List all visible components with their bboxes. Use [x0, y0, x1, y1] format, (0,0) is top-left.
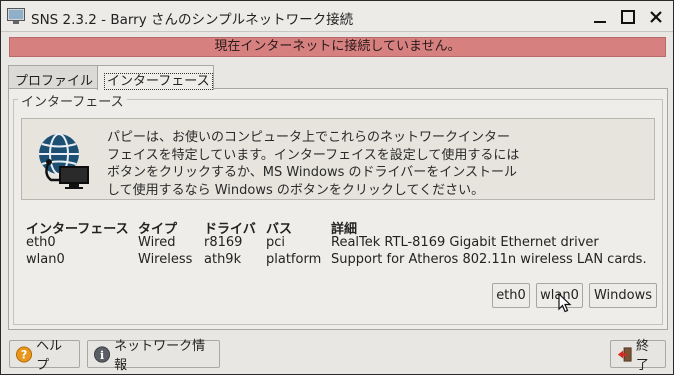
- network-info-label: ネットワーク情報: [114, 339, 206, 373]
- info-line: して使用するなら Windows のボタンをクリックしてください。: [107, 182, 485, 198]
- quit-label: 終了: [636, 339, 650, 373]
- maximize-icon: [621, 10, 635, 24]
- info-text: パピーは、お使いのコンピュータ上でこれらのネットワークインター フェイスを特定し…: [107, 129, 647, 199]
- info-line: ボタンをクリックするか、MS Windows のドライバーをインストール: [107, 165, 517, 181]
- minimize-icon: [594, 21, 606, 23]
- network-info-button[interactable]: i ネットワーク情報: [87, 339, 220, 373]
- minimize-button[interactable]: [589, 6, 611, 28]
- interface-group: インターフェース パピーは、お使いのコンピュータ上でこれらのネットワークインター: [13, 91, 663, 325]
- connection-status-banner: 現在インターネットに接続していません。: [9, 37, 666, 57]
- close-icon: [650, 11, 662, 23]
- help-label: ヘルプ: [36, 339, 63, 373]
- row-wlan0-driver: ath9k: [204, 252, 242, 267]
- network-globe-monitor-icon: [39, 133, 89, 189]
- close-window-button[interactable]: [645, 6, 667, 28]
- quit-icon: [617, 346, 632, 362]
- title-bar: SNS 2.3.2 - Barry さんのシンプルネットワーク接続: [1, 1, 673, 32]
- window-title: SNS 2.3.2 - Barry さんのシンプルネットワーク接続: [31, 12, 354, 28]
- row-eth0-bus: pci: [266, 235, 286, 250]
- sns-window: SNS 2.3.2 - Barry さんのシンプルネットワーク接続 現在インター…: [0, 0, 674, 375]
- info-line: パピーは、お使いのコンピュータ上でこれらのネットワークインター: [107, 130, 511, 145]
- tab-interface-label: インターフェース: [104, 73, 213, 90]
- row-eth0-details: RealTek RTL-8169 Gigabit Ethernet driver: [331, 235, 599, 250]
- row-eth0-interface: eth0: [26, 235, 56, 250]
- eth0-button[interactable]: eth0: [492, 283, 530, 308]
- info-icon: i: [94, 345, 111, 363]
- quit-button[interactable]: 終了: [610, 339, 666, 373]
- row-wlan0-bus: platform: [266, 252, 322, 267]
- info-box: パピーは、お使いのコンピュータ上でこれらのネットワークインター フェイスを特定し…: [21, 118, 655, 200]
- info-line: フェイスを特定しています。インターフェイスを設定して使用するには: [107, 147, 520, 163]
- app-icon: [7, 8, 25, 24]
- row-eth0-driver: r8169: [204, 235, 243, 250]
- maximize-button[interactable]: [617, 6, 639, 28]
- help-icon: ?: [16, 345, 33, 363]
- svg-text:i: i: [100, 347, 105, 361]
- help-button[interactable]: ? ヘルプ: [9, 339, 80, 373]
- windows-button[interactable]: Windows: [589, 283, 657, 308]
- row-wlan0-type: Wireless: [138, 252, 193, 267]
- tab-profile-label: プロファイル: [15, 74, 94, 89]
- svg-text:?: ?: [21, 347, 28, 361]
- row-wlan0-interface: wlan0: [26, 252, 65, 267]
- tab-profile[interactable]: プロファイル: [8, 65, 98, 89]
- row-wlan0-details: Support for Atheros 802.11n wireless LAN…: [331, 252, 647, 267]
- row-eth0-type: Wired: [138, 235, 176, 250]
- mouse-pointer-icon: [558, 293, 572, 313]
- group-title: インターフェース: [18, 91, 127, 110]
- tab-interface[interactable]: インターフェース: [97, 65, 214, 90]
